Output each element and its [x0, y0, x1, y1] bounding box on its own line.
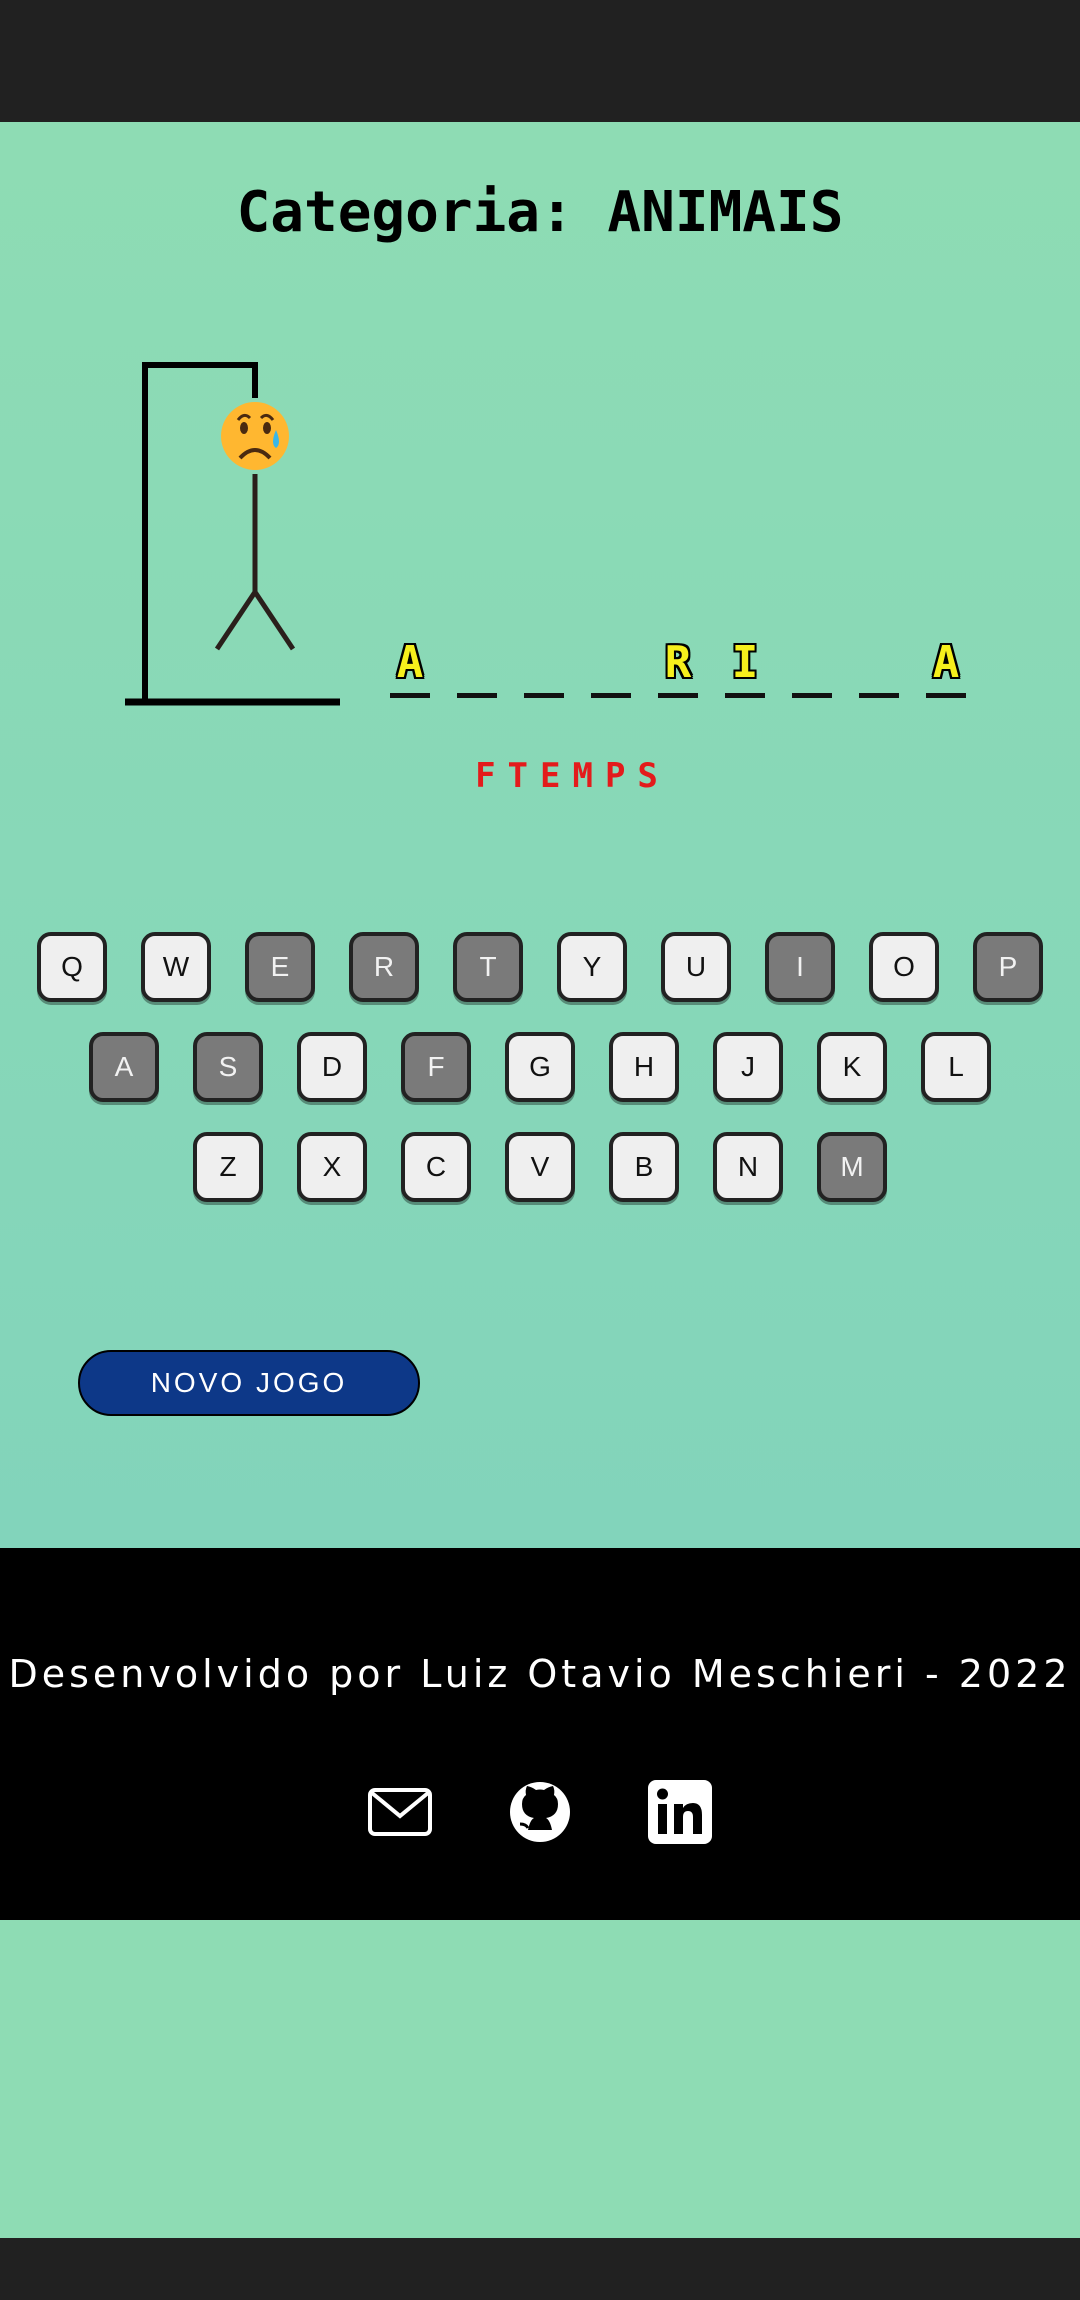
letter-slot-underline	[725, 693, 765, 698]
category-title: Categoria: ANIMAIS	[236, 180, 844, 245]
letter-slot-underline	[926, 693, 966, 698]
hangman-drawing	[125, 362, 340, 706]
github-icon[interactable]	[508, 1780, 572, 1844]
key-i[interactable]: I	[765, 932, 835, 1002]
letter-slot-underline	[591, 693, 631, 698]
letter-slot	[792, 622, 832, 698]
key-q[interactable]: Q	[37, 932, 107, 1002]
letter-slot-underline	[859, 693, 899, 698]
letter-slot	[591, 622, 631, 698]
key-d[interactable]: D	[297, 1032, 367, 1102]
letter-slot-underline	[524, 693, 564, 698]
wrong-letters: FTEMPS	[475, 756, 670, 796]
letter-slot-char: R	[664, 637, 692, 688]
key-v[interactable]: V	[505, 1132, 575, 1202]
key-f[interactable]: F	[401, 1032, 471, 1102]
letter-slot: I	[725, 622, 765, 698]
social-links	[0, 1780, 1080, 1844]
keyboard-row-3: ZXCVBNM	[0, 1132, 1080, 1202]
key-g[interactable]: G	[505, 1032, 575, 1102]
letter-slot: A	[390, 622, 430, 698]
linkedin-icon[interactable]	[648, 1780, 712, 1844]
key-o[interactable]: O	[869, 932, 939, 1002]
key-w[interactable]: W	[141, 932, 211, 1002]
key-u[interactable]: U	[661, 932, 731, 1002]
letter-slot-char: A	[932, 637, 960, 688]
status-bar	[0, 0, 1080, 122]
email-icon[interactable]	[368, 1780, 432, 1844]
key-e[interactable]: E	[245, 932, 315, 1002]
key-m[interactable]: M	[817, 1132, 887, 1202]
key-h[interactable]: H	[609, 1032, 679, 1102]
letter-slot	[457, 622, 497, 698]
key-l[interactable]: L	[921, 1032, 991, 1102]
new-game-button[interactable]: NOVO JOGO	[78, 1350, 420, 1416]
letter-slot	[859, 622, 899, 698]
key-a[interactable]: A	[89, 1032, 159, 1102]
key-x[interactable]: X	[297, 1132, 367, 1202]
key-p[interactable]: P	[973, 932, 1043, 1002]
key-r[interactable]: R	[349, 932, 419, 1002]
credit-text: Desenvolvido por Luiz Otavio Meschieri -…	[8, 1652, 1072, 1696]
letter-slot-underline	[457, 693, 497, 698]
key-t[interactable]: T	[453, 932, 523, 1002]
footer: Desenvolvido por Luiz Otavio Meschieri -…	[0, 1548, 1080, 1920]
navigation-bar	[0, 2238, 1080, 2300]
letter-slot-char: I	[731, 637, 759, 688]
key-n[interactable]: N	[713, 1132, 783, 1202]
letter-slot-underline	[390, 693, 430, 698]
key-c[interactable]: C	[401, 1132, 471, 1202]
letter-slot: A	[926, 622, 966, 698]
key-z[interactable]: Z	[193, 1132, 263, 1202]
crying-face-icon	[221, 402, 289, 470]
word-slots: A RI A	[390, 622, 993, 698]
keyboard-row-2: ASDFGHJKL	[0, 1032, 1080, 1102]
key-b[interactable]: B	[609, 1132, 679, 1202]
key-j[interactable]: J	[713, 1032, 783, 1102]
letter-slot-underline	[658, 693, 698, 698]
key-y[interactable]: Y	[557, 932, 627, 1002]
key-k[interactable]: K	[817, 1032, 887, 1102]
letter-slot-underline	[792, 693, 832, 698]
letter-slot-char: A	[396, 637, 424, 688]
letter-slot	[524, 622, 564, 698]
letter-slot: R	[658, 622, 698, 698]
keyboard-row-1: QWERTYUIOP	[0, 932, 1080, 1002]
game-area: Categoria: ANIMAIS ARIA FTEMPS QWERTYUIO…	[0, 122, 1080, 1548]
key-s[interactable]: S	[193, 1032, 263, 1102]
